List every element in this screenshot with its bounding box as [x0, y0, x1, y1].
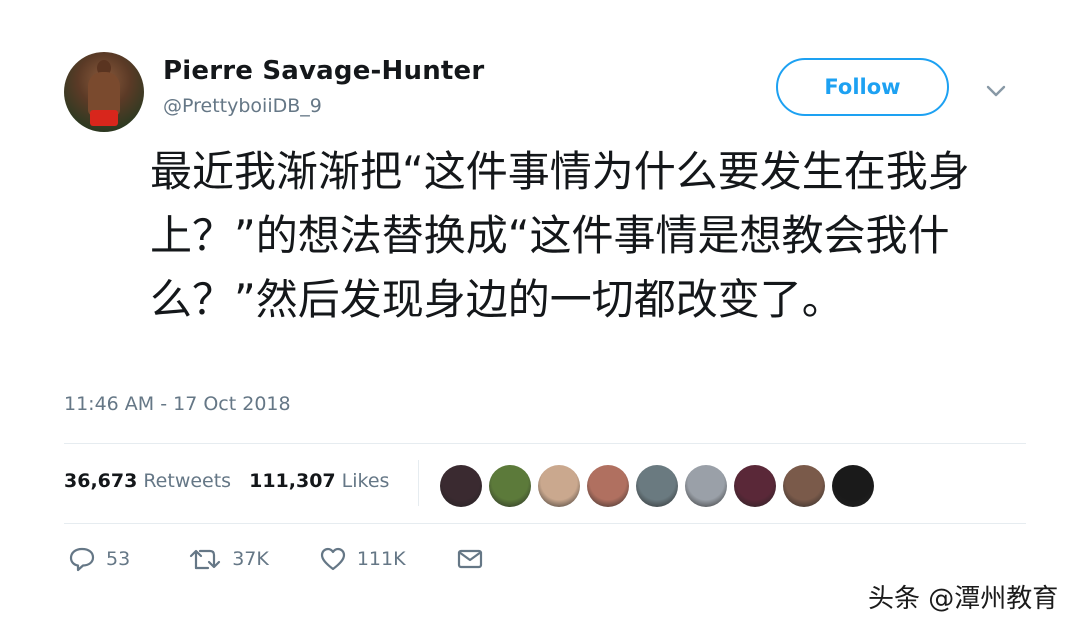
chevron-down-icon[interactable]	[984, 80, 1008, 102]
liker-avatar[interactable]	[538, 465, 580, 507]
stats-separator	[418, 460, 419, 506]
liker-avatar[interactable]	[636, 465, 678, 507]
retweets-label: Retweets	[143, 470, 232, 492]
liker-avatar[interactable]	[489, 465, 531, 507]
author-name[interactable]: Pierre Savage-Hunter	[163, 56, 484, 86]
liker-avatar[interactable]	[832, 465, 874, 507]
likers-avatars	[440, 465, 874, 507]
likes-stat[interactable]: 111,307 Likes	[249, 470, 389, 492]
direct-message-button[interactable]	[456, 547, 494, 571]
tweet-text: 最近我渐渐把“这件事情为什么要发生在我身上？”的想法替换成“这件事情是想教会我什…	[150, 147, 970, 324]
reply-button[interactable]: 53	[68, 546, 130, 572]
liker-avatar[interactable]	[440, 465, 482, 507]
reply-icon	[69, 547, 95, 572]
tweet-actions: 53 37K 111K	[68, 546, 524, 572]
liker-avatar[interactable]	[587, 465, 629, 507]
retweet-count: 37K	[232, 548, 269, 570]
liker-avatar[interactable]	[685, 465, 727, 507]
retweets-count: 36,673	[64, 470, 138, 492]
author-handle[interactable]: @PrettyboiiDB_9	[163, 95, 322, 117]
divider-bottom	[64, 523, 1026, 524]
retweet-icon	[190, 549, 221, 570]
reply-count: 53	[106, 548, 131, 570]
retweets-stat[interactable]: 36,673 Retweets	[64, 470, 231, 492]
tweet-stats: 36,673 Retweets 111,307 Likes	[64, 470, 389, 492]
mail-icon	[457, 549, 482, 569]
watermark: 头条 @潭州教育	[868, 584, 1059, 614]
liker-avatar[interactable]	[783, 465, 825, 507]
divider-top	[64, 443, 1026, 444]
author-avatar[interactable]	[64, 52, 144, 132]
tweet-timestamp[interactable]: 11:46 AM - 17 Oct 2018	[64, 393, 291, 415]
like-button[interactable]: 111K	[319, 546, 406, 572]
like-count: 111K	[356, 548, 406, 570]
heart-icon	[320, 547, 345, 571]
avatar-shorts	[90, 110, 118, 126]
likes-label: Likes	[341, 470, 390, 492]
likes-count: 111,307	[249, 470, 336, 492]
follow-button[interactable]: Follow	[776, 58, 949, 116]
liker-avatar[interactable]	[734, 465, 776, 507]
retweet-button[interactable]: 37K	[188, 546, 269, 572]
